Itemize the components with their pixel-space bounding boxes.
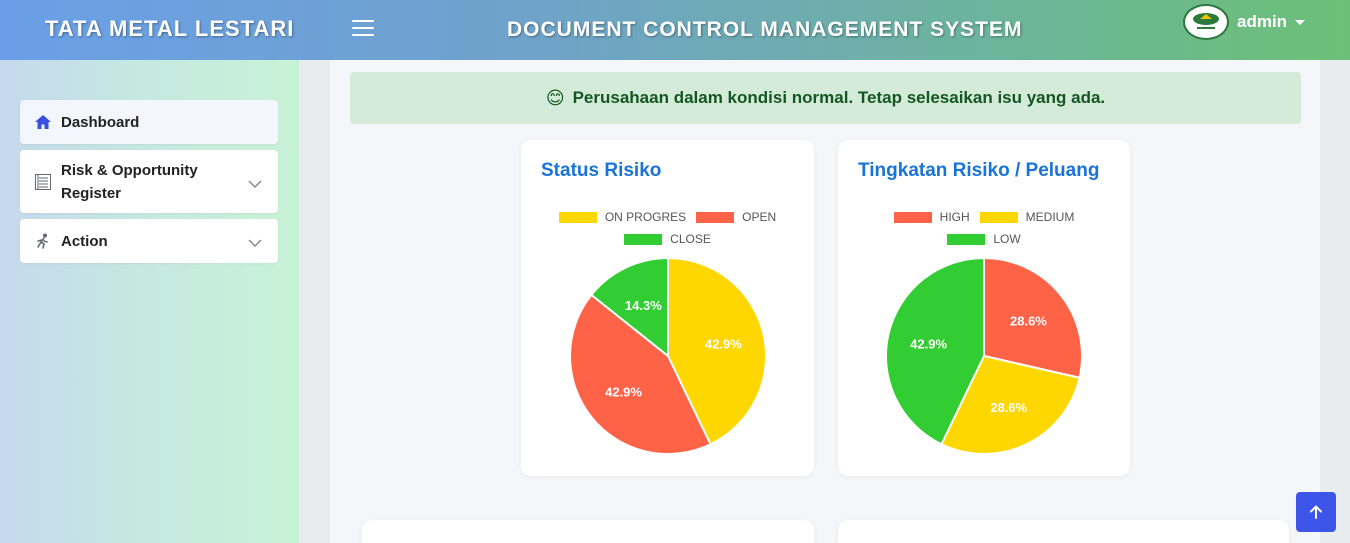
card-title: Tingkatan Risiko / Peluang [858,160,1100,181]
sidebar-item-action[interactable]: Action [20,219,278,263]
scroll-to-top-button[interactable] [1296,492,1336,532]
alert-text: Perusahaan dalam kondisi normal. Tetap s… [572,88,1106,107]
logo-icon [1193,13,1219,29]
smile-emoji-icon: 😊 [545,87,565,109]
top-header: TATA METAL LESTARI DOCUMENT CONTROL MANA… [0,0,1350,60]
tingkatan-risiko-card: Tingkatan Risiko / Peluang HIGH MEDIUM L… [838,140,1130,476]
legend-item-close[interactable]: CLOSE [624,232,711,246]
tingkatan-risiko-pie-chart: 28.6% 28.6% 42.9% [885,256,1083,455]
brand-name: TATA METAL LESTARI [45,16,295,41]
legend-item-high[interactable]: HIGH [893,210,970,224]
sidebar-item-risk-register[interactable]: Risk & Opportunity Register [20,150,278,213]
company-logo-avatar [1183,4,1229,40]
legend-label: HIGH [939,210,970,224]
user-menu[interactable]: admin [1183,4,1306,40]
menu-toggle-icon[interactable] [352,20,374,38]
running-person-icon [34,232,52,250]
chart-legend: HIGH MEDIUM LOW [838,206,1130,250]
sidebar-item-label: Dashboard [61,113,140,131]
legend-item-on-progres[interactable]: ON PROGRES [558,210,687,224]
sidebar-item-label: Action [61,232,108,250]
legend-swatch [893,211,932,223]
pie-data-label: 42.9% [910,336,947,351]
chart-legend: ON PROGRES OPEN CLOSE [521,206,814,250]
legend-label: MEDIUM [1025,210,1075,224]
chevron-down-icon [248,235,262,253]
legend-swatch [558,211,597,223]
pie-data-label: 28.6% [990,400,1027,415]
pie-data-label: 42.9% [605,384,642,399]
status-alert: 😊 Perusahaan dalam kondisi normal. Tetap… [350,72,1301,124]
sidebar-item-dashboard[interactable]: Dashboard [20,100,278,144]
app-title: DOCUMENT CONTROL MANAGEMENT SYSTEM [507,18,1023,41]
legend-item-open[interactable]: OPEN [696,210,776,224]
legend-swatch [624,233,663,245]
legend-label: CLOSE [670,232,711,246]
pie-data-label: 14.3% [625,298,662,313]
lower-card-left [362,520,814,543]
arrow-up-icon [1310,505,1322,519]
register-icon [34,173,52,191]
caret-down-icon [1295,19,1306,25]
legend-swatch [979,211,1018,223]
main-content [330,60,1320,543]
status-risiko-pie-chart: 42.9% 42.9% 14.3% [569,256,767,455]
chevron-down-icon [248,176,262,194]
pie-data-label: 42.9% [705,336,742,351]
legend-item-medium[interactable]: MEDIUM [979,210,1075,224]
legend-item-low[interactable]: LOW [947,232,1021,246]
sidebar: Dashboard Risk & Opportunity Register Ac… [0,60,299,543]
legend-swatch [696,211,735,223]
lower-card-right [838,520,1289,543]
username: admin [1237,12,1288,31]
sidebar-item-label: Risk & Opportunity Register [61,161,198,202]
legend-swatch [947,233,986,245]
legend-label: ON PROGRES [604,210,687,224]
legend-label: LOW [993,232,1021,246]
legend-label: OPEN [742,210,777,224]
home-icon [34,113,52,131]
card-title: Status Risiko [541,160,662,181]
status-risiko-card: Status Risiko ON PROGRES OPEN CLOSE 42.9… [521,140,814,476]
pie-data-label: 28.6% [1010,314,1047,329]
